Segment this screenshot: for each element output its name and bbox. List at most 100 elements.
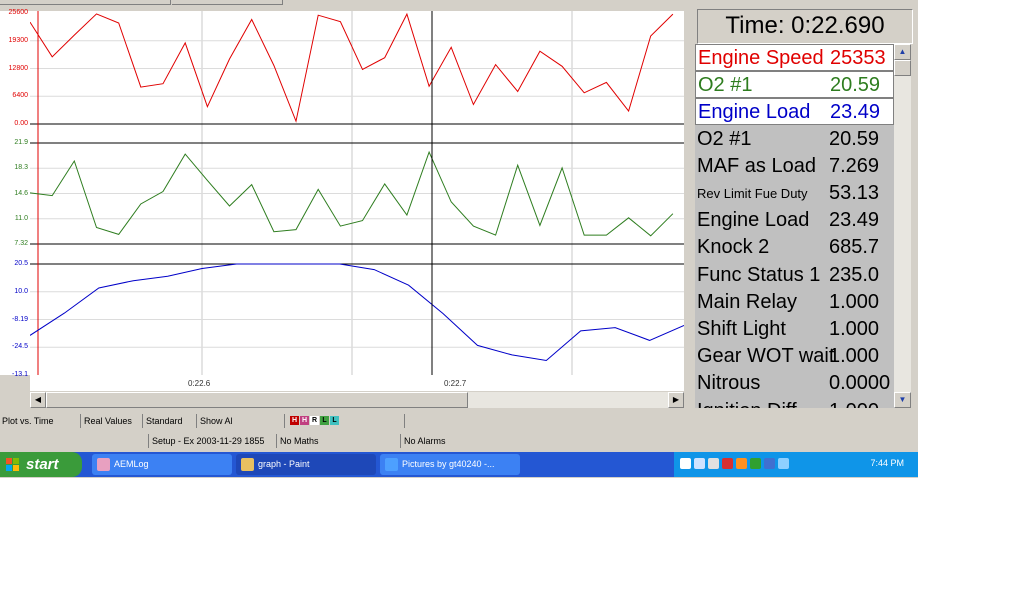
task-button[interactable]: Pictures by gt40240 -... xyxy=(380,454,520,475)
channel-row[interactable]: Ignition Diff 1.000 xyxy=(695,398,894,408)
x-tick-label: 0:22.6 xyxy=(188,379,211,388)
update-icon[interactable] xyxy=(764,458,775,469)
channel-row[interactable]: Gear WOT wait 1.000 xyxy=(695,343,894,370)
clock[interactable]: 7:44 PM xyxy=(870,458,904,468)
y-tick-label: -8.19 xyxy=(12,315,28,323)
channel-name: Nitrous xyxy=(697,372,761,395)
status-cell-empty xyxy=(352,414,405,428)
channel-row[interactable]: O2 #1 20.59 xyxy=(695,71,894,99)
y-tick-label: 7.32 xyxy=(14,240,28,247)
y-tick-label: 14.6 xyxy=(14,189,28,197)
channel-value: 53.13 xyxy=(829,182,880,204)
show-all[interactable]: Show Al xyxy=(198,414,285,428)
channel-value: 1.000 xyxy=(829,318,880,340)
channel-value: 23.49 xyxy=(829,209,880,232)
y-tick-label: 25600 xyxy=(8,9,28,16)
x-tick-label: 0:22.7 xyxy=(444,379,467,388)
start-button[interactable]: start xyxy=(0,452,82,477)
channel-row[interactable]: Shift Light 1.000 xyxy=(695,316,894,343)
security-icon[interactable] xyxy=(750,458,761,469)
file-status-bar: Setup - Ex 2003-11-29 1855 No Maths No A… xyxy=(0,433,918,449)
values-mode[interactable]: Real Values xyxy=(82,414,143,428)
y-tick-label: 21.9 xyxy=(14,139,28,146)
chip-l2[interactable]: L xyxy=(330,416,339,425)
channel-row[interactable]: MAF as Load 7.269 xyxy=(695,153,894,180)
toolbar-tab-1[interactable] xyxy=(0,0,171,5)
channel-list[interactable]: Engine Speed 25353 O2 #1 20.59 Engine Load 23… xyxy=(695,44,894,408)
channel-row[interactable]: Engine Load 23.49 xyxy=(695,98,894,126)
channel-row[interactable]: Engine Load 23.49 xyxy=(695,207,894,234)
paint-icon xyxy=(241,458,254,471)
y-axis: 25600 19300 12800 6400 0.00 21.9 18.3 14.6 11.0 7… xyxy=(0,9,30,378)
time-label: Time: 0:22.690 xyxy=(725,12,885,39)
aemlog-window: 25600 19300 12800 6400 0.00 21.9 18.3 14.6 11.0 7… xyxy=(0,0,918,478)
start-label: start xyxy=(26,456,59,473)
help-icon[interactable] xyxy=(680,458,691,469)
task-label: AEMLog xyxy=(114,459,149,469)
channel-name: Engine Load xyxy=(698,101,811,124)
horizontal-scrollbar[interactable]: ◀ ▶ xyxy=(30,392,684,408)
channel-row[interactable]: Nitrous 0.0000 xyxy=(695,370,894,397)
y-tick-label: 6400 xyxy=(12,92,28,100)
scroll-left-icon[interactable]: ◀ xyxy=(30,392,46,408)
status-cell-blank xyxy=(0,434,149,448)
ie-icon xyxy=(385,458,398,471)
chip-h1[interactable]: H xyxy=(290,416,299,425)
channel-value: 25353 xyxy=(830,47,886,69)
channel-value: 235.0 xyxy=(829,263,880,286)
chip-r[interactable]: R xyxy=(310,416,319,425)
toolbar-strip xyxy=(0,0,918,6)
chip-h2[interactable]: H xyxy=(300,416,309,425)
channel-row[interactable]: Func Status 1 235.0 xyxy=(695,262,894,289)
vertical-scrollbar[interactable]: ▲ ▼ xyxy=(894,44,911,408)
channel-row[interactable]: O2 #1 20.59 xyxy=(695,126,894,153)
display-icon[interactable] xyxy=(778,458,789,469)
channel-name: O2 #1 xyxy=(698,74,753,97)
system-tray: 7:44 PM xyxy=(674,452,918,477)
plot-area[interactable] xyxy=(30,11,684,375)
network-icon[interactable] xyxy=(694,458,705,469)
plot-mode[interactable]: Plot vs. Time xyxy=(0,414,81,428)
chip-l1[interactable]: L xyxy=(320,416,329,425)
channel-row[interactable]: Knock 2 685.7 xyxy=(695,234,894,261)
channel-value: 1.000 xyxy=(829,290,880,313)
channel-name: MAF as Load xyxy=(697,154,816,177)
scroll-thumb-vertical[interactable] xyxy=(894,60,911,76)
channel-value: 20.59 xyxy=(829,127,880,150)
task-button[interactable]: AEMLog xyxy=(92,454,232,475)
scroll-thumb[interactable] xyxy=(46,392,468,408)
scroll-right-icon[interactable]: ▶ xyxy=(668,392,684,408)
channel-value: 1.000 xyxy=(829,400,879,408)
aemlog-icon xyxy=(97,458,110,471)
alarms-label: No Alarms xyxy=(404,436,446,446)
view-mode[interactable]: Standard xyxy=(144,414,197,428)
x-axis: 0:22.6 0:22.7 xyxy=(30,375,684,391)
channel-row[interactable]: Engine Speed 25353 xyxy=(695,44,894,71)
y-tick-label: -24.5 xyxy=(12,343,28,351)
channel-name: Ignition Diff xyxy=(697,400,797,408)
channel-value: 7.269 xyxy=(829,154,880,177)
channel-chips: HHRLL xyxy=(290,416,340,434)
scroll-up-icon[interactable]: ▲ xyxy=(894,44,911,60)
windows-flag-icon xyxy=(6,458,19,471)
volume-icon[interactable] xyxy=(708,458,719,469)
task-button[interactable]: graph - Paint xyxy=(236,454,376,475)
plot-svg xyxy=(30,11,684,375)
channel-value: 685.7 xyxy=(829,236,880,259)
setup-label: Setup - Ex 2003-11-29 1855 xyxy=(150,434,277,448)
channel-name: Engine Speed xyxy=(698,47,824,69)
y-tick-label: 0.00 xyxy=(14,120,28,127)
channel-value: 0.0000 xyxy=(829,372,891,395)
maths-label: No Maths xyxy=(278,434,401,448)
y-tick-label: 19300 xyxy=(8,36,28,44)
series-line xyxy=(30,12,674,123)
y-tick-label: 10.0 xyxy=(14,287,28,295)
channel-row[interactable]: Rev Limit Fue Duty 53.13 xyxy=(695,180,894,207)
messenger-icon[interactable] xyxy=(736,458,747,469)
time-display: Time: 0:22.690 xyxy=(697,9,913,44)
channel-name: Shift Light xyxy=(697,318,786,340)
antivirus-icon[interactable] xyxy=(722,458,733,469)
scroll-down-icon[interactable]: ▼ xyxy=(894,392,911,408)
channel-row[interactable]: Main Relay 1.000 xyxy=(695,289,894,316)
toolbar-tab-2[interactable] xyxy=(172,0,283,5)
